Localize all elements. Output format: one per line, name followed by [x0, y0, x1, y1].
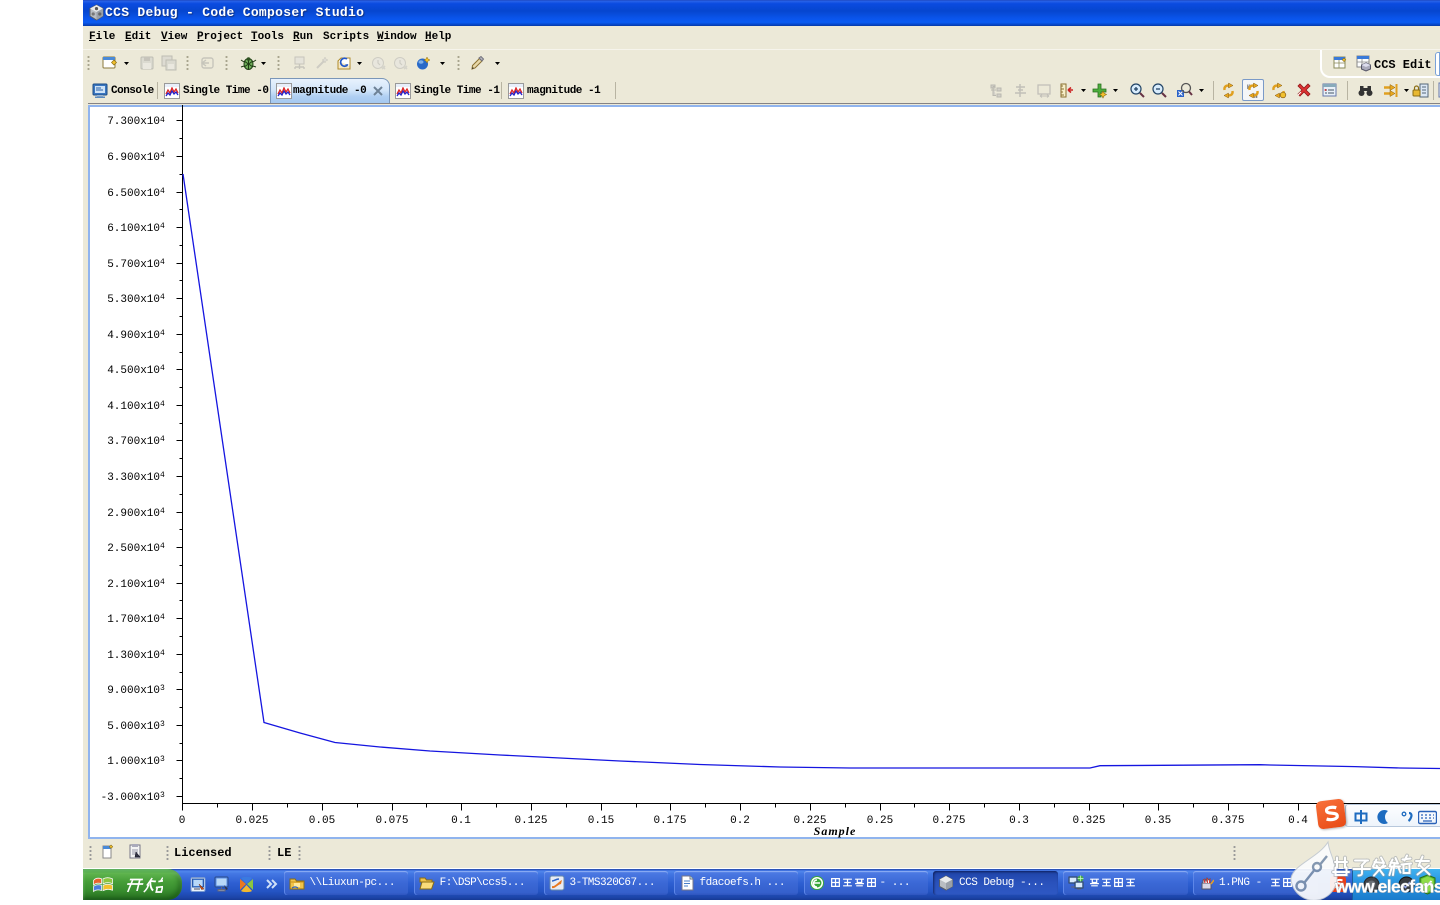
svg-text:4: 4	[160, 471, 165, 480]
svg-text:2.500x10: 2.500x10	[107, 543, 160, 555]
svg-text:2.900x10: 2.900x10	[107, 508, 160, 520]
svg-text:0.1: 0.1	[451, 815, 471, 827]
svg-text:3.300x10: 3.300x10	[107, 472, 160, 484]
svg-text:7.300x10: 7.300x10	[107, 116, 160, 128]
svg-text:4: 4	[160, 151, 165, 160]
svg-text:0.4: 0.4	[1288, 815, 1308, 827]
svg-text:0.275: 0.275	[932, 815, 965, 827]
svg-text:5.700x10: 5.700x10	[107, 259, 160, 271]
svg-text:4: 4	[160, 649, 165, 658]
svg-text:1.700x10: 1.700x10	[107, 614, 160, 626]
svg-text:0.025: 0.025	[235, 815, 268, 827]
svg-text:3: 3	[160, 755, 165, 764]
svg-text:4: 4	[160, 222, 165, 231]
svg-text:0.05: 0.05	[309, 815, 335, 827]
svg-text:4: 4	[160, 293, 165, 302]
svg-text:4: 4	[160, 329, 165, 338]
svg-text:-3.000x10: -3.000x10	[101, 792, 160, 804]
svg-text:0.175: 0.175	[653, 815, 686, 827]
svg-text:5.000x10: 5.000x10	[107, 721, 160, 733]
svg-text:0: 0	[179, 815, 186, 827]
svg-text:0.3: 0.3	[1009, 815, 1029, 827]
svg-text:3.700x10: 3.700x10	[107, 436, 160, 448]
svg-text:1.300x10: 1.300x10	[107, 650, 160, 662]
svg-text:0.25: 0.25	[867, 815, 893, 827]
svg-text:4: 4	[160, 613, 165, 622]
svg-text:5.300x10: 5.300x10	[107, 294, 160, 306]
svg-text:4: 4	[160, 578, 165, 587]
svg-text:4: 4	[160, 400, 165, 409]
svg-text:6.900x10: 6.900x10	[107, 152, 160, 164]
svg-text:9.000x10: 9.000x10	[107, 685, 160, 697]
svg-text:4: 4	[160, 542, 165, 551]
svg-text:0.075: 0.075	[375, 815, 408, 827]
svg-text:6.500x10: 6.500x10	[107, 188, 160, 200]
svg-text:0.15: 0.15	[588, 815, 614, 827]
svg-text:4: 4	[160, 187, 165, 196]
svg-text:1.000x10: 1.000x10	[107, 756, 160, 768]
svg-text:0.125: 0.125	[514, 815, 547, 827]
svg-text:www.elecfans.com: www.elecfans.com	[1334, 877, 1440, 897]
svg-text:4.100x10: 4.100x10	[107, 401, 160, 413]
svg-text:4: 4	[160, 364, 165, 373]
svg-text:6.100x10: 6.100x10	[107, 223, 160, 235]
svg-text:4: 4	[160, 507, 165, 516]
svg-text:0.375: 0.375	[1211, 815, 1244, 827]
svg-text:3: 3	[160, 791, 165, 800]
svg-text:4.900x10: 4.900x10	[107, 330, 160, 342]
svg-text:0.2: 0.2	[730, 815, 750, 827]
svg-text:0.325: 0.325	[1072, 815, 1105, 827]
svg-text:2.100x10: 2.100x10	[107, 579, 160, 591]
svg-text:4: 4	[160, 258, 165, 267]
svg-text:4: 4	[160, 116, 165, 125]
svg-text:3: 3	[160, 684, 165, 693]
svg-text:3: 3	[160, 720, 165, 729]
svg-text:4.500x10: 4.500x10	[107, 365, 160, 377]
svg-text:4: 4	[160, 435, 165, 444]
svg-text:Sample: Sample	[814, 824, 857, 838]
svg-text:0.35: 0.35	[1145, 815, 1171, 827]
